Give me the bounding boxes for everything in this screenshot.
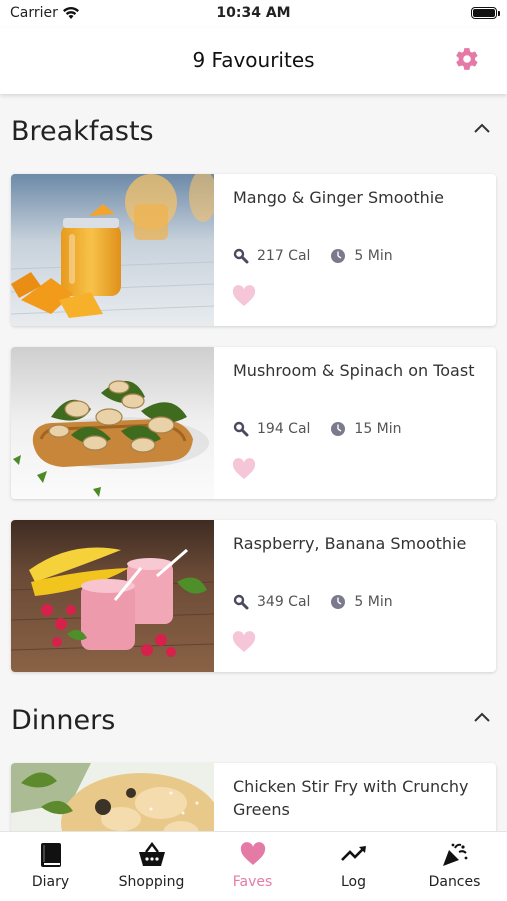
recipe-card[interactable]: Chicken Stir Fry with Crunchy Greens [11,763,496,831]
recipe-name: Raspberry, Banana Smoothie [233,534,467,553]
party-popper-icon [442,843,467,866]
recipe-card[interactable]: Mango & Ginger Smoothie 217 Cal 5 Min [11,174,496,326]
heart-icon [240,842,265,865]
trend-icon [340,846,366,861]
clock-icon [331,249,346,263]
tab-shopping[interactable]: Shopping [101,832,202,901]
recipe-photo [11,763,214,831]
clock-icon [331,422,346,436]
section-header-breakfasts[interactable]: Breakfasts [0,94,507,170]
recipe-card[interactable]: Raspberry, Banana Smoothie 349 Cal 5 Min [11,520,496,672]
chevron-up-icon[interactable] [473,122,491,134]
calories-label: 194 Cal [257,421,311,437]
tab-label: Shopping [118,874,185,890]
section-title: Dinners [11,705,116,736]
heart-icon[interactable] [231,458,257,480]
recipe-meta: 194 Cal 15 Min [233,421,402,437]
recipe-meta: 349 Cal 5 Min [233,594,393,610]
tab-dances[interactable]: Dances [404,832,505,901]
clock-icon [331,595,346,609]
favourites-list[interactable]: Breakfasts Mango & Ginger Smoothie 217 C… [0,94,507,831]
basket-icon [138,842,165,866]
tab-bar: Diary Shopping Faves Log Dances [0,831,507,901]
recipe-name: Mushroom & Spinach on Toast [233,361,475,380]
recipe-photo [11,174,214,326]
tab-label: Dances [428,874,481,890]
recipe-card[interactable]: Mushroom & Spinach on Toast 194 Cal 15 M… [11,347,496,499]
heart-icon[interactable] [231,285,257,307]
time-label: 5 Min [354,248,393,264]
battery-icon [471,7,500,19]
search-icon [233,421,249,437]
section-header-dinners[interactable]: Dinners [0,683,507,759]
search-icon [233,594,249,610]
clock: 10:34 AM [216,5,291,21]
search-icon [233,248,249,264]
recipe-name: Mango & Ginger Smoothie [233,188,445,207]
gear-icon[interactable] [454,46,480,72]
nav-header: 9 Favourites [0,28,507,94]
tab-label: Diary [31,874,70,890]
recipe-name: Chicken Stir Fry with Crunchy Greens [233,777,469,819]
time-label: 5 Min [354,594,393,610]
tab-label: Log [340,874,366,890]
tab-log[interactable]: Log [303,832,404,901]
heart-icon[interactable] [231,631,257,653]
recipe-photo [11,520,214,672]
recipe-meta: 217 Cal 5 Min [233,248,393,264]
chevron-up-icon[interactable] [473,711,491,723]
status-bar: Carrier 10:34 AM [0,0,507,28]
page-title: 9 Favourites [192,48,315,72]
section-title: Breakfasts [11,116,154,147]
tab-diary[interactable]: Diary [0,832,101,901]
calories-label: 217 Cal [257,248,311,264]
book-icon [40,843,61,867]
recipe-photo [11,347,214,499]
tab-faves[interactable]: Faves [202,832,303,901]
calories-label: 349 Cal [257,594,311,610]
tab-label: Faves [232,874,273,890]
time-label: 15 Min [354,421,402,437]
